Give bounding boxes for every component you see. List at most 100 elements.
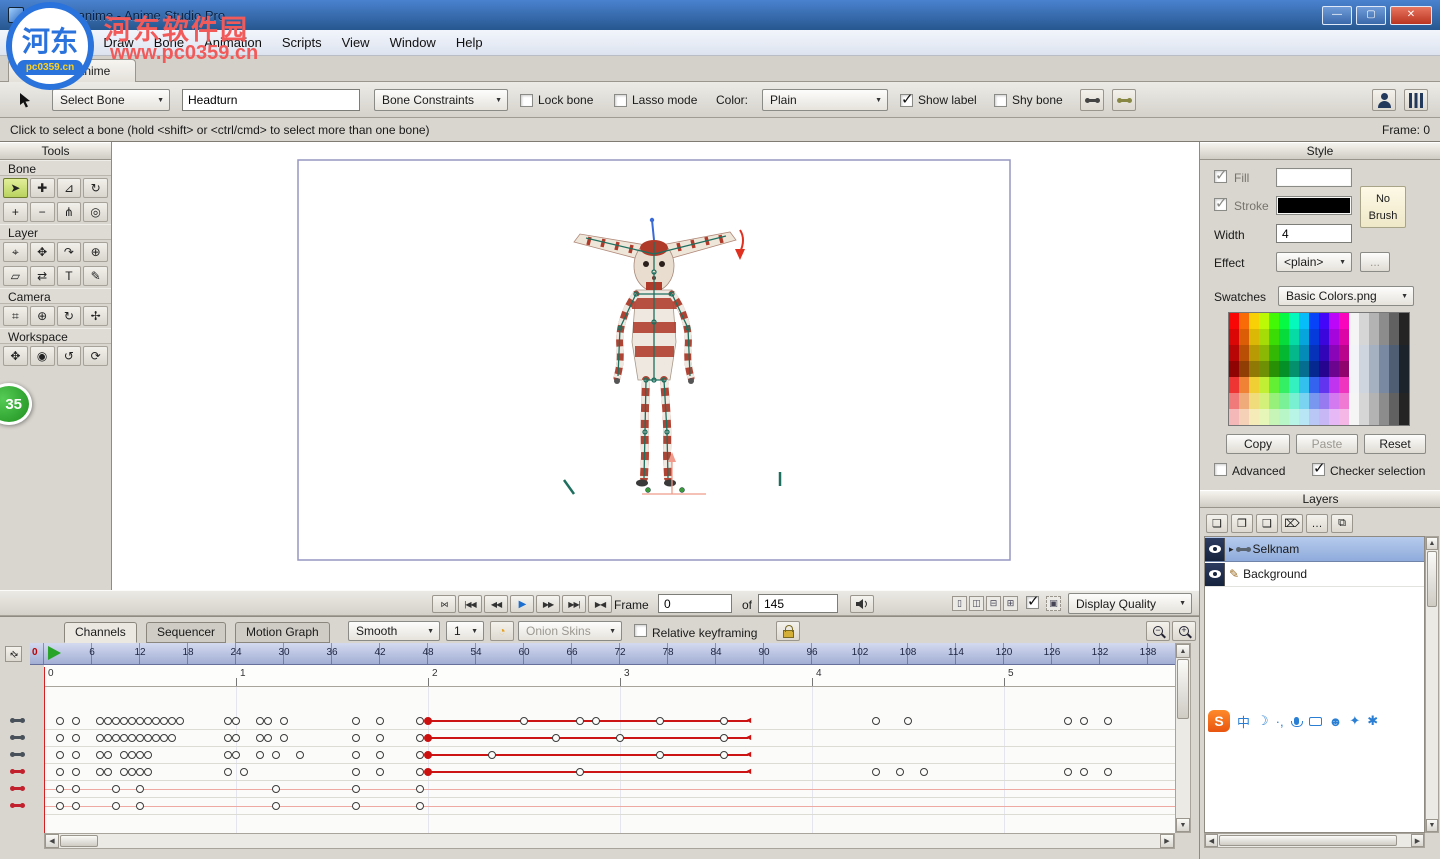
toolbox-icon[interactable]: ✱	[1367, 713, 1378, 729]
palette-swatch[interactable]	[1239, 361, 1249, 377]
keyframe-dot[interactable]	[136, 717, 144, 725]
keyframe-dot[interactable]	[872, 717, 880, 725]
range-start-key[interactable]	[424, 734, 432, 742]
single-view-button[interactable]: ▯	[952, 596, 967, 611]
keyframe-dot[interactable]	[96, 768, 104, 776]
palette-swatch[interactable]	[1389, 313, 1399, 329]
canvas[interactable]	[112, 142, 1199, 590]
palette-swatch[interactable]	[1329, 345, 1339, 361]
palette-swatch[interactable]	[1279, 393, 1289, 409]
keyframe-dot[interactable]	[224, 751, 232, 759]
fullwidth-halfwidth-toggle[interactable]: ☽	[1257, 713, 1269, 729]
keyframe-dot[interactable]	[72, 734, 80, 742]
onion-skin-button[interactable]: ◔	[490, 621, 514, 641]
rotate-layer-tool[interactable]: ↷	[57, 242, 82, 262]
menu-window[interactable]: Window	[380, 32, 446, 54]
keyframe-dot[interactable]	[872, 768, 880, 776]
keyframe-dot[interactable]	[96, 717, 104, 725]
keyframe-dot[interactable]	[168, 717, 176, 725]
range-start-key[interactable]	[424, 768, 432, 776]
keyframe-dot[interactable]	[1104, 717, 1112, 725]
keyframe-dot[interactable]	[104, 768, 112, 776]
keyframe-dot[interactable]	[576, 768, 584, 776]
palette-swatch[interactable]	[1249, 329, 1259, 345]
bone-color-dropdown[interactable]: Plain▼	[762, 89, 888, 111]
range-end-handle[interactable]: ◄	[744, 749, 753, 759]
keyframe-dot[interactable]	[128, 734, 136, 742]
palette-swatch[interactable]	[1279, 409, 1289, 425]
bone-visibility-button[interactable]	[1080, 89, 1104, 111]
palette-swatch[interactable]	[1319, 393, 1329, 409]
palette-swatch[interactable]	[1349, 313, 1359, 329]
palette-swatch[interactable]	[1299, 345, 1309, 361]
palette-swatch[interactable]	[1309, 377, 1319, 393]
keyframe-dot[interactable]	[56, 717, 64, 725]
keyframe-dot[interactable]	[920, 768, 928, 776]
pan-tilt-camera-tool[interactable]: ✢	[83, 306, 108, 326]
palette-swatch[interactable]	[1339, 393, 1349, 409]
range-start-key[interactable]	[424, 751, 432, 759]
palette-swatch[interactable]	[1389, 409, 1399, 425]
palette-swatch[interactable]	[1309, 409, 1319, 425]
jump-start-button[interactable]: |◀◀	[458, 595, 482, 613]
keyframe-dot[interactable]	[720, 734, 728, 742]
orbit-workspace-tool[interactable]: ⟳	[83, 346, 108, 366]
keyframe-dot[interactable]	[112, 717, 120, 725]
palette-swatch[interactable]	[1339, 313, 1349, 329]
palette-swatch[interactable]	[1289, 313, 1299, 329]
relative-keyframing-checkbox[interactable]	[634, 624, 647, 637]
channel-bone-icon[interactable]	[12, 719, 23, 722]
palette-swatch[interactable]	[1269, 345, 1279, 361]
keyframe-dot[interactable]	[232, 751, 240, 759]
effect-dropdown[interactable]: <plain>▼	[1276, 252, 1352, 272]
keyframe-dot[interactable]	[280, 734, 288, 742]
palette-swatch[interactable]	[1319, 409, 1329, 425]
keyframe-dot[interactable]	[656, 717, 664, 725]
keyframe-dot[interactable]	[352, 802, 360, 810]
keyframe-dot[interactable]	[376, 734, 384, 742]
timeline-horizontal-scrollbar[interactable]: ◀ ▶	[44, 833, 1175, 849]
palette-swatch[interactable]	[1269, 329, 1279, 345]
range-end-handle[interactable]: ◄	[744, 732, 753, 742]
keyframe-dot[interactable]	[128, 751, 136, 759]
play-button[interactable]: ▶	[510, 595, 534, 613]
range-end-handle[interactable]: ◄	[744, 766, 753, 776]
keyframe-dot[interactable]	[232, 734, 240, 742]
flip-layer-tool[interactable]: ⇄	[30, 266, 55, 286]
interpolation-dropdown[interactable]: Smooth▼	[348, 621, 440, 641]
palette-swatch[interactable]	[1319, 361, 1329, 377]
select-bone-tool[interactable]: ➤	[3, 178, 28, 198]
palette-swatch[interactable]	[1379, 393, 1389, 409]
keyframe-dot[interactable]	[120, 768, 128, 776]
bone-strength-tool[interactable]: ◎	[83, 202, 108, 222]
palette-swatch[interactable]	[1259, 313, 1269, 329]
palette-swatch[interactable]	[1319, 313, 1329, 329]
lock-keyframes-button[interactable]	[776, 621, 800, 641]
palette-swatch[interactable]	[1329, 377, 1339, 393]
palette-swatch[interactable]	[1309, 361, 1319, 377]
keyframe-dot[interactable]	[136, 785, 144, 793]
keyframe-dot[interactable]	[256, 734, 264, 742]
keyframe-dot[interactable]	[552, 734, 560, 742]
voice-input-icon[interactable]	[1294, 717, 1299, 725]
palette-swatch[interactable]	[1299, 361, 1309, 377]
palette-swatch[interactable]	[1259, 377, 1269, 393]
palette-swatch[interactable]	[1259, 345, 1269, 361]
palette-swatch[interactable]	[1249, 361, 1259, 377]
keyframe-dot[interactable]	[488, 751, 496, 759]
palette-swatch[interactable]	[1299, 409, 1309, 425]
keyframe-dot[interactable]	[120, 734, 128, 742]
keyframe-dot[interactable]	[256, 717, 264, 725]
palette-swatch[interactable]	[1249, 377, 1259, 393]
step-back-button[interactable]: ◀◀	[484, 595, 508, 613]
keyframe-dot[interactable]	[112, 802, 120, 810]
palette-swatch[interactable]	[1379, 377, 1389, 393]
expand-arrow-icon[interactable]: ▸	[1229, 544, 1234, 555]
palette-swatch[interactable]	[1309, 345, 1319, 361]
keyframe-dot[interactable]	[896, 768, 904, 776]
keyframe-dot[interactable]	[416, 734, 424, 742]
minimize-button[interactable]: —	[1322, 6, 1352, 25]
keyframe-dot[interactable]	[72, 751, 80, 759]
zoom-in-timeline-button[interactable]: +	[1172, 621, 1196, 641]
keyframe-dot[interactable]	[152, 717, 160, 725]
